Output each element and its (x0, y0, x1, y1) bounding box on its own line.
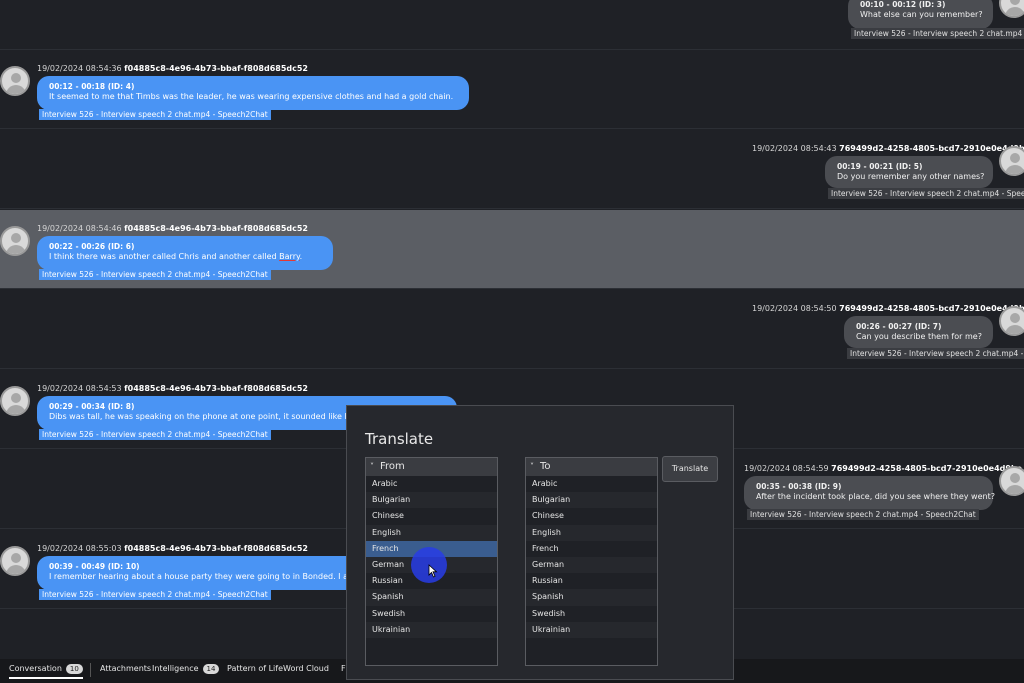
chevron-down-icon: ˅ (370, 462, 374, 471)
message-text: Can you describe them for me? (856, 332, 982, 341)
message-meta: 19/02/2024 08:54:50 769499d2-4258-4805-b… (752, 304, 1024, 313)
to-language-item[interactable]: German (526, 556, 657, 574)
to-language-item[interactable]: Russian (526, 573, 657, 589)
message-timestamp: 19/02/2024 08:55:03 (37, 544, 122, 553)
to-language-item[interactable]: Arabic (526, 476, 657, 492)
message-text: Do you remember any other names? (837, 172, 985, 181)
message-timestamp: 19/02/2024 08:54:53 (37, 384, 122, 393)
message-sender: 769499d2-4258-4805-bcd7-2910e0e4d9be (839, 144, 1024, 153)
message-time: 00:22 - 00:26 (ID: 6) (49, 242, 135, 251)
from-language-item[interactable]: Bulgarian (366, 492, 497, 509)
to-language-item[interactable]: Bulgarian (526, 492, 657, 509)
message-source: Interview 526 - Interview speech 2 chat.… (39, 109, 271, 120)
tab-more[interactable]: F (341, 664, 346, 673)
avatar (999, 306, 1024, 336)
message-source: Interview 526 - Interview speech 2 chat.… (39, 269, 271, 280)
message-meta: 19/02/2024 08:54:43 769499d2-4258-4805-b… (752, 144, 1024, 153)
message-time: 00:26 - 00:27 (ID: 7) (856, 322, 942, 331)
message-source: Interview 526 - Interview speech 2 chat.… (39, 589, 271, 600)
avatar (0, 66, 30, 96)
from-header[interactable]: ˅ From (366, 458, 497, 476)
message-meta: 19/02/2024 08:55:03 f04885c8-4e96-4b73-b… (37, 544, 308, 553)
misspelled-word[interactable]: Barry (279, 252, 299, 261)
message-text: After the incident took place, did you s… (756, 492, 995, 501)
avatar (0, 546, 30, 576)
message-bubble[interactable]: 00:10 - 00:12 (ID: 3) What else can you … (848, 0, 993, 29)
message-sender: 769499d2-4258-4805-bcd7-2910e0e4d9be (839, 304, 1024, 313)
message-meta: 19/02/2024 08:54:53 f04885c8-4e96-4b73-b… (37, 384, 308, 393)
to-header[interactable]: ˅ To (526, 458, 657, 476)
to-language-item[interactable]: Spanish (526, 589, 657, 606)
from-language-item[interactable]: Spanish (366, 589, 497, 606)
to-language-item[interactable]: Ukrainian (526, 621, 657, 638)
mouse-cursor-icon (428, 564, 438, 578)
message-sender: f04885c8-4e96-4b73-bbaf-f808d685dc52 (124, 224, 308, 233)
message-text: What else can you remember? (860, 10, 983, 19)
message-bubble[interactable]: 00:19 - 00:21 (ID: 5) Do you remember an… (825, 156, 993, 188)
message-bubble[interactable]: 00:35 - 00:38 (ID: 9) After the incident… (744, 476, 995, 510)
message-time: 00:19 - 00:21 (ID: 5) (837, 162, 923, 171)
conversation-count-badge: 10 (65, 664, 83, 674)
message-time: 00:10 - 00:12 (ID: 3) (860, 0, 946, 9)
chevron-down-icon: ˅ (530, 462, 534, 471)
message-sender: 769499d2-4258-4805-bcd7-2910e0e4d9be (831, 464, 1023, 473)
message-meta: 19/02/2024 08:54:59 769499d2-4258-4805-b… (744, 464, 1022, 473)
message-sender: f04885c8-4e96-4b73-bbaf-f808d685dc52 (124, 64, 308, 73)
message-timestamp: 19/02/2024 08:54:46 (37, 224, 122, 233)
message-source: Interview 526 - Interview speech 2 chat.… (39, 429, 271, 440)
from-language-item[interactable]: English (366, 524, 497, 541)
message-timestamp: 19/02/2024 08:54:36 (37, 64, 122, 73)
from-language-item[interactable]: Arabic (366, 476, 497, 492)
message-timestamp: 19/02/2024 08:54:50 (752, 304, 837, 313)
message-bubble[interactable]: 00:39 - 00:49 (ID: 10) I remember hearin… (37, 556, 367, 590)
message-bubble[interactable]: 00:22 - 00:26 (ID: 6) I think there was … (37, 236, 333, 270)
message-time: 00:12 - 00:18 (ID: 4) (49, 82, 135, 91)
message-source: Interview 526 - Interview speech 2 chat.… (747, 509, 979, 520)
message-bubble[interactable]: 00:26 - 00:27 (ID: 7) Can you describe t… (844, 316, 993, 348)
tab-attachments[interactable]: Attachments (100, 664, 151, 673)
message-meta: 19/02/2024 08:54:36 f04885c8-4e96-4b73-b… (37, 64, 308, 73)
to-language-item[interactable]: Swedish (526, 606, 657, 622)
tab-separator (90, 663, 91, 677)
message-meta: 19/02/2024 08:54:46 f04885c8-4e96-4b73-b… (37, 224, 308, 233)
message-sender: f04885c8-4e96-4b73-bbaf-f808d685dc52 (124, 544, 308, 553)
message-text: I think there was another called Chris a… (49, 252, 303, 261)
message-source: Interview 526 - Interview speech 2 chat.… (847, 348, 1024, 359)
message-text: I remember hearing about a house party t… (49, 572, 367, 581)
to-language-item[interactable]: French (526, 541, 657, 557)
message-source: Interview 526 - Interview speech 2 chat.… (828, 188, 1024, 199)
message-timestamp: 19/02/2024 08:54:59 (744, 464, 829, 473)
avatar (0, 226, 30, 256)
message-sender: f04885c8-4e96-4b73-bbaf-f808d685dc52 (124, 384, 308, 393)
message-timestamp: 19/02/2024 08:54:43 (752, 144, 837, 153)
from-language-item[interactable]: Ukrainian (366, 621, 497, 638)
tab-conversation[interactable]: Conversation 10 (9, 664, 83, 679)
from-language-item[interactable]: Swedish (366, 606, 497, 622)
avatar (999, 466, 1024, 496)
message-source: Interview 526 - Interview speech 2 chat.… (851, 28, 1024, 39)
avatar (999, 146, 1024, 176)
translate-button[interactable]: Translate (662, 456, 718, 482)
tab-intelligence[interactable]: Intelligence 14 (152, 664, 220, 674)
to-language-item[interactable]: Chinese (526, 508, 657, 524)
dialog-title: Translate (365, 430, 434, 448)
translate-dialog: Translate ˅ From Arabic Bulgarian Chines… (346, 405, 734, 680)
from-language-item[interactable]: Chinese (366, 508, 497, 524)
message-bubble[interactable]: 00:12 - 00:18 (ID: 4) It seemed to me th… (37, 76, 469, 110)
tab-word-cloud[interactable]: Word Cloud (283, 664, 329, 673)
to-language-list[interactable]: ˅ To Arabic Bulgarian Chinese English Fr… (525, 457, 658, 666)
tab-pattern-of-life[interactable]: Pattern of Life (227, 664, 283, 673)
to-language-item[interactable]: English (526, 524, 657, 541)
message-text: It seemed to me that Timbs was the leade… (49, 92, 454, 101)
message-time: 00:35 - 00:38 (ID: 9) (756, 482, 842, 491)
avatar (0, 386, 30, 416)
message-time: 00:39 - 00:49 (ID: 10) (49, 562, 140, 571)
intelligence-count-badge: 14 (202, 664, 220, 674)
